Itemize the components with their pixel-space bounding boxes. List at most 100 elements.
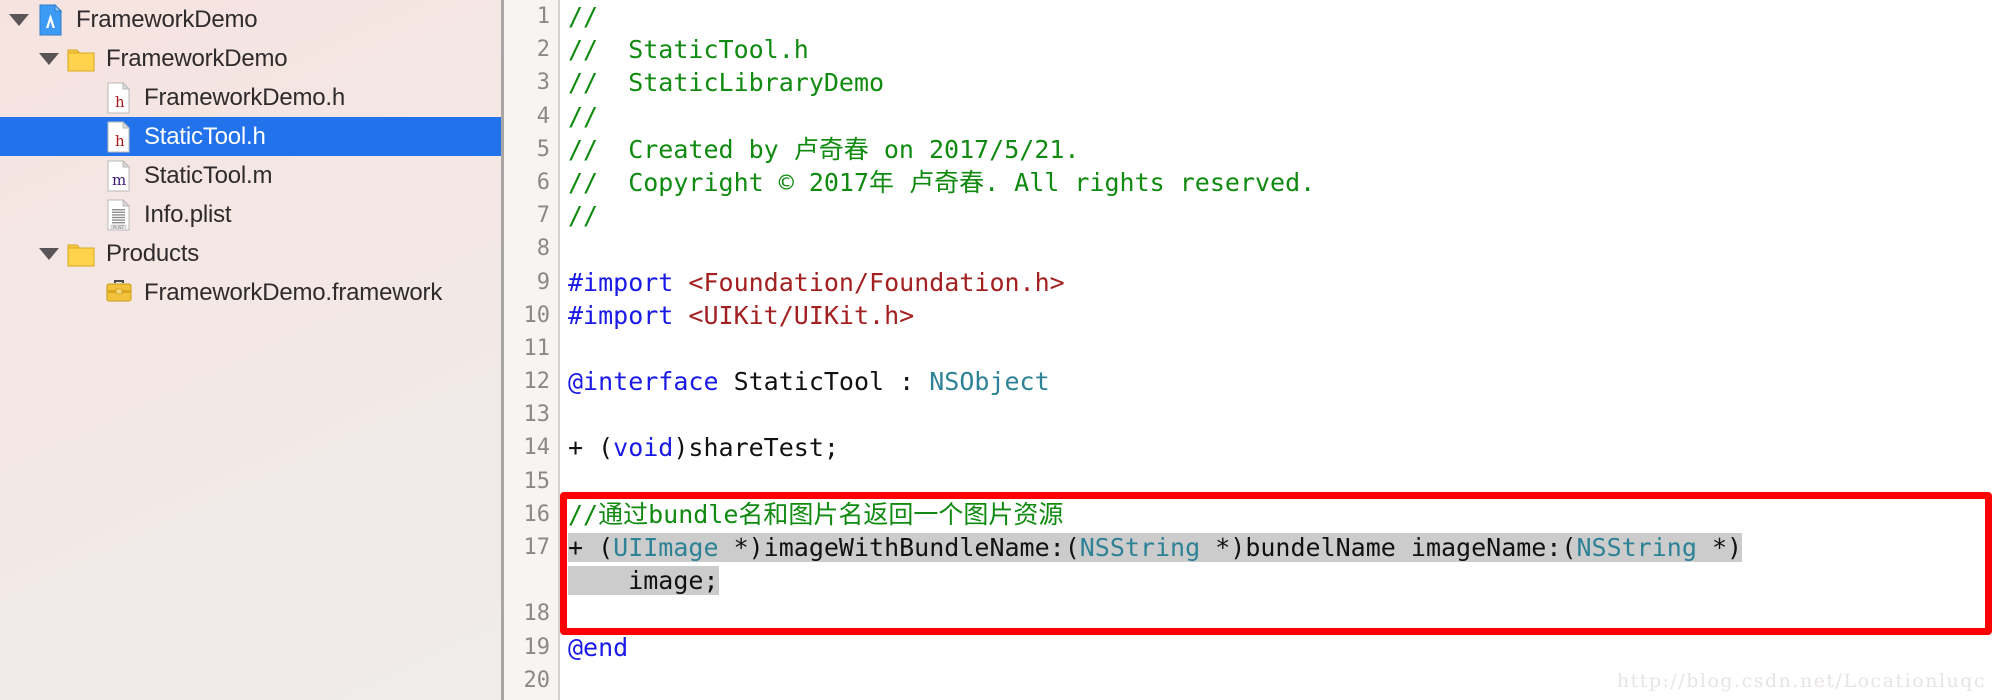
code-token-type: NSObject [929,367,1050,397]
project-navigator[interactable]: FrameworkDemo FrameworkDemo h FrameworkDemo… [0,0,501,700]
code-line[interactable]: // [560,199,1998,232]
xcode-project-icon [34,3,68,37]
navigator-item-info-plist[interactable]: PLIST Info.plist [0,195,501,234]
code-token-plain: StaticTool : [733,367,930,397]
line-number: 19 [523,634,551,660]
navigator-item-label: FrameworkDemo.framework [144,278,443,306]
code-token-type: NSString [1576,533,1697,562]
code-line[interactable] [560,332,1998,365]
line-number: 17 [523,535,551,560]
chevron-down-glyph [39,247,59,260]
navigator-item-label: Info.plist [144,200,232,228]
navigator-item-label: StaticTool.m [144,161,273,189]
folder-icon [64,237,98,271]
plist-file-icon: PLIST [102,198,136,232]
code-token-comment: // Copyright © 2017年 卢奇春. All rights res… [568,167,1316,197]
code-token-plain: *)bundelName imageName:( [1200,533,1577,562]
code-token-comment: // StaticLibraryDemo [568,68,885,98]
code-lines[interactable]: //// StaticTool.h// StaticLibraryDemo///… [560,0,1998,697]
navigator-item-frameworkdemo[interactable]: FrameworkDemo [0,0,501,39]
source-editor[interactable]: 1 2 3 4 5 6 7 8 9 10 11 12 13 14 15 16 17 18 19 20 //// Sta… [501,0,1998,700]
chevron-down-glyph [9,13,29,26]
code-token-plain: + ( [568,433,614,463]
navigator-item-label: StaticTool.h [144,122,266,150]
header-file-icon: h [102,120,136,154]
code-line[interactable] [560,232,1998,265]
line-number: 4 [536,103,550,129]
code-line[interactable]: + (UIImage *)imageWithBundleName:(NSStri… [560,531,1998,564]
code-token-plain: )shareTest; [673,433,839,463]
navigator-item-frameworkdemo[interactable]: FrameworkDemo [0,39,501,78]
navigator-item-label: FrameworkDemo.h [144,83,346,111]
chevron-down-icon[interactable] [34,52,64,65]
code-content[interactable]: //// StaticTool.h// StaticLibraryDemo///… [560,0,1998,700]
code-line[interactable]: //通过bundle名和图片名返回一个图片资源 [560,498,1998,531]
line-number: 3 [536,70,550,96]
code-token-plain: *) [1696,533,1743,562]
code-line[interactable] [560,597,1998,630]
line-number: 7 [536,203,550,229]
navigator-item-label: Products [106,239,200,267]
xcode-window: FrameworkDemo FrameworkDemo h FrameworkDemo… [0,0,1998,700]
code-token-pre: #import [568,300,689,330]
code-line[interactable]: + (void)shareTest; [560,431,1998,464]
line-number: 20 [523,667,551,693]
code-token-comment: // [568,2,599,31]
code-line[interactable]: // Created by 卢奇春 on 2017/5/21. [560,133,1998,166]
line-number: 8 [536,236,550,262]
code-line-wrapped[interactable]: image; [560,564,1998,597]
line-number: 10 [523,302,551,328]
code-line[interactable] [560,398,1998,431]
line-number: 5 [536,136,550,162]
framework-icon [102,276,136,310]
navigator-item-frameworkdemo-h[interactable]: h FrameworkDemo.h [0,78,501,117]
svg-text:m: m [112,171,126,189]
chevron-down-icon[interactable] [4,13,34,26]
code-line[interactable]: @end [560,631,1998,664]
line-number: 1 [536,4,550,29]
code-line[interactable]: // [560,0,1998,33]
code-line[interactable]: #import <UIKit/UIKit.h> [560,299,1998,332]
code-line[interactable]: // [560,100,1998,133]
code-token-type: NSString [1079,533,1201,562]
navigator-item-products[interactable]: Products [0,234,501,273]
svg-text:h: h [115,93,125,111]
project-navigator-list[interactable]: FrameworkDemo FrameworkDemo h FrameworkDemo… [0,0,501,312]
code-token-pre: #import [568,267,689,297]
code-token-comment: // [568,201,599,231]
code-line[interactable]: // StaticLibraryDemo [560,66,1998,99]
code-line[interactable]: #import <Foundation/Foundation.h> [560,266,1998,299]
chevron-down-icon[interactable] [34,247,64,260]
navigator-item-statictool-h[interactable]: h StaticTool.h [0,117,501,156]
line-number: 2 [536,37,550,63]
line-number-gutter: 1 2 3 4 5 6 7 8 9 10 11 12 13 14 15 16 17 18 19 20 [504,0,560,700]
line-number-blank [504,564,558,597]
code-token-plain: + ( [568,533,614,562]
code-line[interactable]: @interface StaticTool : NSObject [560,365,1998,398]
line-number: 6 [536,169,550,195]
code-token-plain: image; [568,566,719,596]
line-number: 18 [523,601,551,627]
svg-text:PLIST: PLIST [113,225,124,230]
code-token-comment: //通过bundle名和图片名返回一个图片资源 [568,499,1064,529]
code-line[interactable]: // Copyright © 2017年 卢奇春. All rights res… [560,166,1998,199]
line-number: 14 [523,435,551,461]
code-token-kw: @end [568,632,629,662]
code-token-plain: *)imageWithBundleName:( [718,533,1080,562]
navigator-item-statictool-m[interactable]: m StaticTool.m [0,156,501,195]
code-token-comment: // Created by 卢奇春 on 2017/5/21. [568,134,1080,164]
navigator-item-label: FrameworkDemo [76,5,258,33]
code-token-comment: // StaticTool.h [568,35,809,65]
navigator-item-frameworkdemo-framework[interactable]: FrameworkDemo.framework [0,273,501,312]
folder-icon [64,42,98,76]
svg-text:h: h [115,132,125,150]
code-token-type: UIImage [613,533,719,562]
code-line[interactable]: // StaticTool.h [560,33,1998,66]
code-line[interactable] [560,465,1998,498]
code-token-kw: @interface [568,367,734,397]
source-file-icon: m [102,159,136,193]
line-number: 9 [536,269,550,295]
line-number: 16 [523,501,551,527]
header-file-icon: h [102,81,136,115]
navigator-item-label: FrameworkDemo [106,44,288,72]
